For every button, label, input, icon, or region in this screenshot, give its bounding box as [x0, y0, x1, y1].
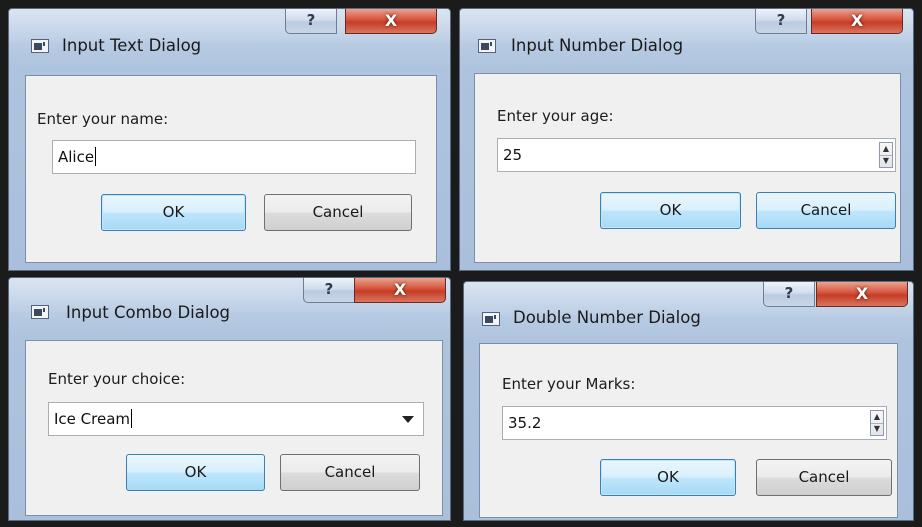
cancel-button[interactable]: Cancel — [756, 192, 896, 229]
window-app-icon — [31, 39, 49, 53]
window-app-icon — [31, 305, 49, 319]
ok-button[interactable]: OK — [600, 192, 741, 229]
help-icon: ? — [784, 284, 794, 302]
ok-button[interactable]: OK — [126, 454, 265, 491]
spinbox-value: 35.2 — [508, 414, 542, 432]
marks-double-spinbox[interactable]: 35.2 ▲ ▼ — [502, 406, 887, 440]
window-app-icon — [482, 312, 500, 326]
help-button[interactable]: ? — [763, 282, 815, 307]
help-icon: ? — [324, 280, 334, 298]
close-button[interactable]: X — [816, 282, 908, 307]
spin-down-arrow-icon[interactable]: ▼ — [880, 155, 892, 167]
dialog-title: Input Number Dialog — [511, 36, 684, 55]
close-button[interactable]: X — [345, 9, 437, 34]
ok-button[interactable]: OK — [600, 459, 736, 496]
dialog-client-area: Enter your age: 25 ▲ ▼ OK Cancel — [474, 73, 901, 263]
spinbox-value: 25 — [503, 146, 523, 164]
dialog-title: Input Text Dialog — [62, 36, 202, 55]
double-number-dialog: Double Number Dialog ? X Enter your Mark… — [463, 281, 914, 521]
spin-down-arrow-icon[interactable]: ▼ — [871, 423, 883, 435]
help-icon: ? — [776, 11, 786, 29]
help-icon: ? — [306, 11, 316, 29]
choice-combo-box[interactable]: Ice Cream — [48, 402, 424, 436]
close-button[interactable]: X — [811, 9, 903, 34]
help-button[interactable]: ? — [285, 9, 337, 34]
ok-button[interactable]: OK — [101, 194, 246, 231]
close-icon: X — [393, 280, 407, 299]
window-app-icon — [478, 39, 496, 53]
prompt-label: Enter your Marks: — [502, 375, 636, 393]
dialog-title: Double Number Dialog — [513, 308, 701, 327]
spin-buttons: ▲ ▼ — [879, 142, 893, 168]
text-cursor — [131, 409, 133, 428]
input-text-dialog: Input Text Dialog ? X Enter your name: A… — [8, 8, 451, 271]
text-cursor — [95, 147, 97, 166]
prompt-label: Enter your choice: — [48, 370, 186, 388]
prompt-label: Enter your age: — [497, 107, 614, 125]
dialog-client-area: Enter your choice: Ice Cream OK Cancel — [25, 340, 443, 516]
cancel-button[interactable]: Cancel — [264, 194, 412, 231]
input-number-dialog: Input Number Dialog ? X Enter your age: … — [459, 8, 914, 271]
input-value: Alice — [58, 148, 95, 166]
age-number-spinbox[interactable]: 25 ▲ ▼ — [497, 138, 896, 172]
close-icon: X — [855, 284, 869, 303]
dialog-title: Input Combo Dialog — [66, 303, 231, 322]
prompt-label: Enter your name: — [37, 110, 169, 128]
close-icon: X — [850, 11, 864, 30]
cancel-button[interactable]: Cancel — [280, 454, 420, 491]
combo-value: Ice Cream — [54, 410, 131, 428]
help-button[interactable]: ? — [303, 278, 355, 303]
name-text-input[interactable]: Alice — [52, 140, 416, 174]
dialog-client-area: Enter your name: Alice OK Cancel — [25, 75, 437, 263]
dialog-client-area: Enter your Marks: 35.2 ▲ ▼ OK Cancel — [479, 343, 898, 518]
help-button[interactable]: ? — [755, 9, 807, 34]
spin-buttons: ▲ ▼ — [870, 410, 884, 436]
input-combo-dialog: Input Combo Dialog ? X Enter your choice… — [8, 277, 451, 521]
dropdown-arrow-icon[interactable] — [402, 416, 414, 423]
cancel-button[interactable]: Cancel — [756, 459, 892, 496]
close-icon: X — [384, 11, 398, 30]
close-button[interactable]: X — [354, 278, 446, 303]
